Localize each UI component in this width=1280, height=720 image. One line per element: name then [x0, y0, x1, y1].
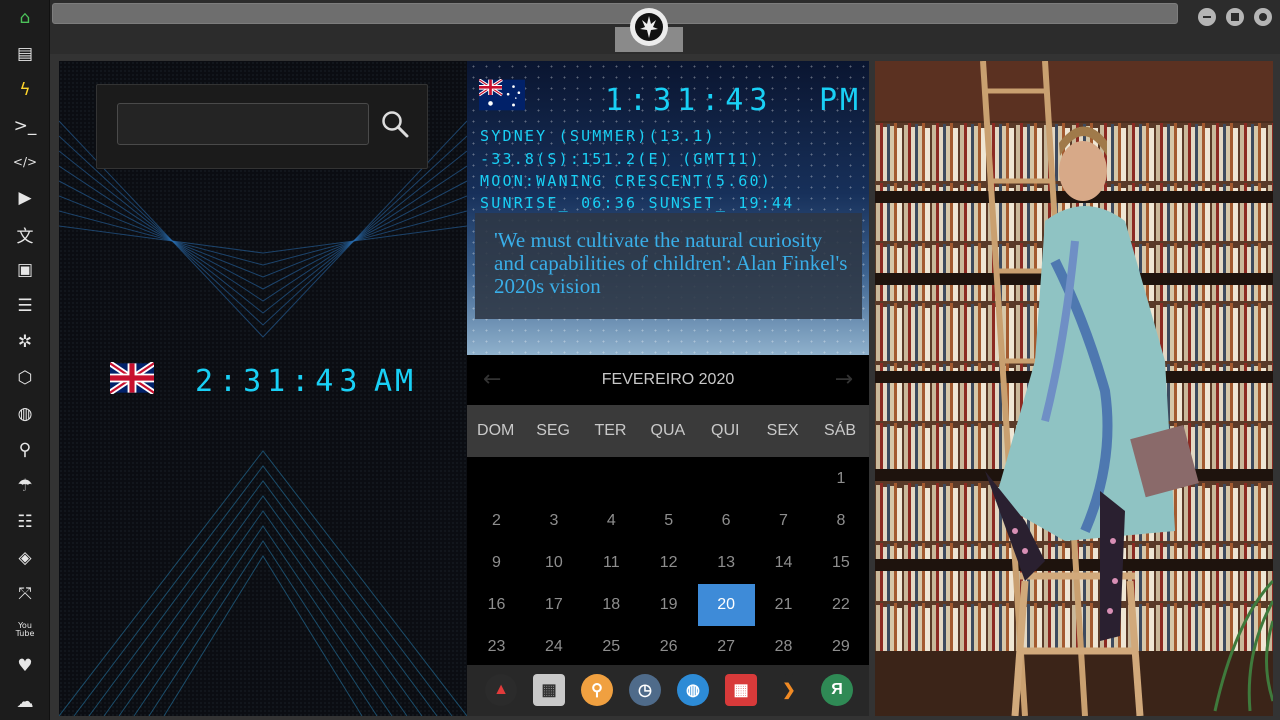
code-icon[interactable]: </>: [12, 149, 38, 175]
calendar-day[interactable]: 28: [755, 626, 812, 668]
calendar-day[interactable]: 23: [468, 626, 525, 668]
calendar-day[interactable]: 13: [698, 542, 755, 584]
address-bar[interactable]: [52, 3, 1178, 24]
youtube-icon[interactable]: You Tube: [12, 617, 38, 643]
diamond-link-icon[interactable]: ◈: [12, 545, 38, 571]
calendar-day[interactable]: 5: [640, 500, 697, 542]
umbrella-icon[interactable]: ☂: [12, 473, 38, 499]
app-sidebar: ⌂ ▤ ϟ >_ </> ▶ 文 ▣ ☰ ✲ ⬡ ◍ ⚲ ☂ ☷ ◈ ⤧ You Tube ♥ ☁: [0, 0, 50, 720]
globe-icon[interactable]: ◍: [12, 401, 38, 427]
maximize-button[interactable]: [1226, 8, 1244, 26]
wallpaper-photo: [875, 61, 1273, 716]
contacts-icon[interactable]: ☷: [12, 509, 38, 535]
weekday-label: SEX: [766, 422, 799, 439]
calendar-day[interactable]: 11: [583, 542, 640, 584]
calendar-day[interactable]: 26: [640, 626, 697, 668]
calendar-day[interactable]: 14: [755, 542, 812, 584]
calendar-day-today[interactable]: 20: [697, 584, 755, 626]
calendar-day[interactable]: 17: [525, 584, 582, 626]
home-icon[interactable]: ⌂: [12, 5, 38, 31]
calendar-weekday-header: DOM SEG TER QUA QUI SEX SÁB: [467, 405, 869, 457]
calendar-day[interactable]: 1: [812, 458, 869, 500]
weekday-label: QUA: [650, 422, 686, 439]
au-clock-time: 1:31:43: [605, 83, 774, 118]
au-moon-line: MOON:WANING CRESCENT(5.60): [480, 172, 772, 190]
news-headline[interactable]: 'We must cultivate the natural curiosity…: [494, 229, 852, 298]
helm-icon[interactable]: ✲: [12, 329, 38, 355]
calendar-day[interactable]: 24: [525, 626, 582, 668]
search-widget: [96, 84, 428, 169]
weekday-label: TER: [594, 422, 627, 439]
weekday-label: QUI: [711, 422, 740, 439]
au-coordinates-line: -33.8(S):151.2(E) (GMT11): [480, 150, 761, 168]
calendar-day[interactable]: 16: [468, 584, 525, 626]
search-icon[interactable]: ⚲: [12, 437, 38, 463]
calendar-day[interactable]: 25: [583, 626, 640, 668]
image-icon[interactable]: ▣: [12, 257, 38, 283]
arrow-app-icon[interactable]: ❯: [773, 674, 805, 706]
close-button[interactable]: [1254, 8, 1272, 26]
terminal-icon[interactable]: >_: [12, 113, 38, 139]
weekday-label: DOM: [477, 422, 515, 439]
australia-flag-icon: [479, 79, 525, 111]
calendar-next-button[interactable]: →: [835, 367, 853, 392]
news-app-icon[interactable]: ▦: [533, 674, 565, 706]
calendar-day[interactable]: 21: [755, 584, 812, 626]
search-app-icon[interactable]: ⚲: [581, 674, 613, 706]
calendar-day[interactable]: 2: [468, 500, 525, 542]
translate-icon[interactable]: 文: [12, 221, 38, 247]
uk-clock-time: 2:31:43: [195, 364, 364, 399]
calendar-day[interactable]: 15: [812, 542, 869, 584]
news-icon[interactable]: ☰: [12, 293, 38, 319]
title-bar: [50, 0, 1280, 54]
calendar-day[interactable]: 6: [698, 500, 755, 542]
calendar-day[interactable]: 8: [812, 500, 869, 542]
calendar-widget: ← FEVEREIRO 2020 → DOM SEG TER QUA QUI SEX SÁB…: [467, 355, 869, 665]
calendar-app-icon[interactable]: ▦: [725, 674, 757, 706]
cloud-icon[interactable]: ☁: [12, 689, 38, 715]
au-clock-panel: 1:31:43 PM SYDNEY (SUMMER)(13.1) -33.8(S…: [467, 61, 869, 355]
calendar-day[interactable]: 22: [812, 584, 869, 626]
play-icon[interactable]: ▶: [12, 185, 38, 211]
calendar-day[interactable]: 12: [640, 542, 697, 584]
calendar-day[interactable]: 29: [812, 626, 869, 668]
news-card[interactable]: 'We must cultivate the natural curiosity…: [475, 213, 862, 319]
calendar-day[interactable]: 4: [583, 500, 640, 542]
hexagon-icon[interactable]: ⬡: [12, 365, 38, 391]
calendar-day[interactable]: 18: [583, 584, 640, 626]
au-clock-ampm: PM: [819, 83, 862, 118]
globe-app-icon[interactable]: ◍: [677, 674, 709, 706]
au-location-line: SYDNEY (SUMMER)(13.1): [480, 127, 716, 145]
bolt-icon[interactable]: ϟ: [12, 77, 38, 103]
calendar-day[interactable]: 19: [640, 584, 697, 626]
calendar-day[interactable]: 7: [755, 500, 812, 542]
clock-app-icon[interactable]: ◷: [629, 674, 661, 706]
calendar-day[interactable]: 27: [698, 626, 755, 668]
minimize-button[interactable]: [1198, 8, 1216, 26]
calendar-month-label: FEVEREIRO 2020: [601, 371, 735, 388]
weekday-label: SEG: [536, 422, 570, 439]
calendar-day[interactable]: 3: [525, 500, 582, 542]
bookshelf-photo-image: [875, 61, 1273, 716]
yandex-app-icon[interactable]: Я: [821, 674, 853, 706]
heart-icon[interactable]: ♥: [12, 653, 38, 679]
search-input[interactable]: [117, 103, 369, 145]
expand-icon[interactable]: ⤧: [12, 581, 38, 607]
uk-flag-icon: [110, 362, 154, 394]
red-triangle-app-icon[interactable]: ▲: [485, 674, 517, 706]
weekday-label: SÁB: [824, 422, 857, 439]
uk-clock-ampm: AM: [374, 364, 417, 399]
rebel-logo-icon: [630, 8, 668, 46]
search-icon[interactable]: [380, 109, 410, 139]
calendar-day[interactable]: 10: [525, 542, 582, 584]
app-dock: ▲ ▦ ⚲ ◷ ◍ ▦ ❯ Я: [467, 665, 869, 716]
au-sun-line: SUNRISE_ 06:36 SUNSET_ 19:44: [480, 194, 795, 212]
document-icon[interactable]: ▤: [12, 41, 38, 67]
calendar-day[interactable]: 9: [468, 542, 525, 584]
